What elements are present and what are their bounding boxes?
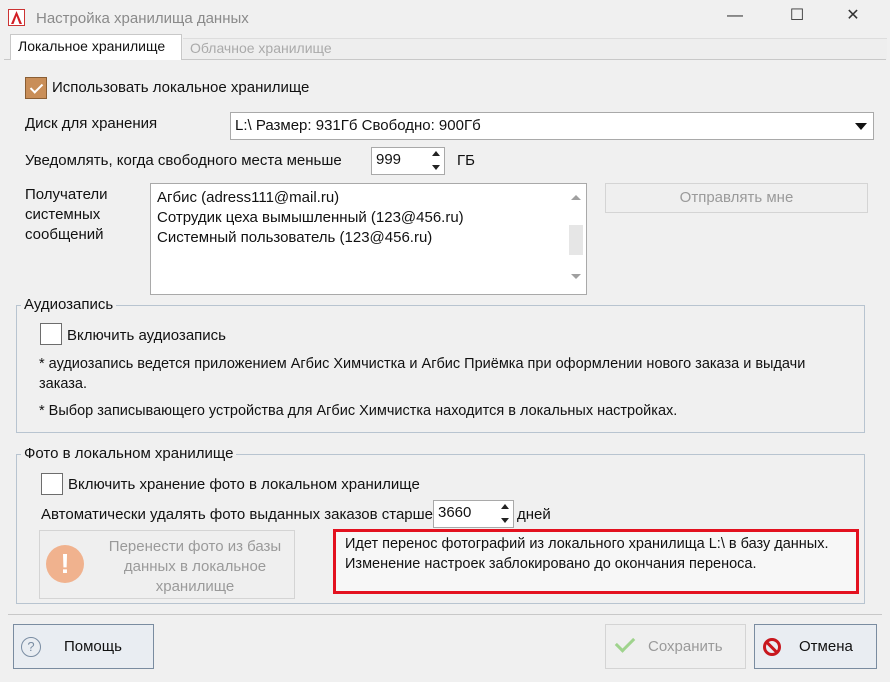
- tab-cloud-storage[interactable]: Облачное хранилище: [183, 38, 887, 60]
- help-icon: ?: [21, 637, 41, 657]
- recipients-scrollbar[interactable]: [567, 185, 585, 293]
- maximize-button[interactable]: ☐: [774, 0, 820, 32]
- tab-local-storage[interactable]: Локальное хранилище: [10, 34, 182, 60]
- audio-note-line-1: * аудиозапись ведется приложением Агбис …: [39, 356, 806, 372]
- notify-unit-label: ГБ: [457, 152, 475, 169]
- save-button-label: Сохранить: [648, 638, 723, 655]
- notify-threshold-value: 999: [376, 151, 402, 168]
- save-button[interactable]: Сохранить: [605, 624, 746, 669]
- audio-note-line-3: * Выбор записывающего устройства для Агб…: [39, 403, 678, 419]
- transfer-photos-label-line-3: хранилище: [155, 578, 235, 595]
- audio-note-line-2: заказа.: [39, 376, 88, 392]
- title-bar: Настройка хранилища данных — ☐ ✕: [0, 0, 890, 34]
- help-button-label: Помощь: [64, 638, 122, 655]
- auto-delete-label: Автоматически удалять фото выданных зака…: [41, 506, 434, 523]
- auto-delete-days-stepper[interactable]: 3660: [433, 500, 514, 528]
- checkmark-icon: [614, 632, 636, 653]
- disk-select-value: L:\ Размер: 931Гб Свободно: 900Гб: [235, 117, 481, 134]
- chevron-down-icon: [855, 123, 867, 130]
- close-button[interactable]: ✕: [830, 0, 876, 32]
- photo-group-title: Фото в локальном хранилище: [21, 445, 237, 462]
- help-button[interactable]: ? Помощь: [13, 624, 154, 669]
- cancel-button[interactable]: Отмена: [754, 624, 877, 669]
- transfer-photos-label-line-2: данных в локальное: [123, 558, 267, 575]
- recipients-label-line-2: системных: [25, 206, 101, 223]
- transfer-photos-button[interactable]: ! Перенести фото из базы данных в локаль…: [39, 530, 295, 599]
- notify-threshold-label: Уведомлять, когда свободного места меньш…: [25, 152, 342, 169]
- auto-delete-days-value: 3660: [438, 504, 472, 521]
- cancel-icon: [763, 638, 781, 656]
- recipients-label-line-1: Получатели: [25, 186, 108, 203]
- spin-up-icon[interactable]: [501, 504, 509, 509]
- transfer-status-line-1: Идет перенос фотографий из локального хр…: [345, 536, 829, 552]
- transfer-status-line-2: Изменение настроек заблокировано до окон…: [345, 556, 757, 572]
- enable-photo-storage-label: Включить хранение фото в локальном храни…: [68, 476, 420, 493]
- recipients-list[interactable]: Агбис (adress111@mail.ru) Сотрудик цеха …: [150, 183, 587, 295]
- use-local-storage-label: Использовать локальное хранилище: [52, 79, 310, 96]
- app-logo-icon: [8, 9, 25, 26]
- scroll-thumb[interactable]: [569, 225, 583, 255]
- spin-up-icon[interactable]: [432, 151, 440, 156]
- send-me-button[interactable]: Отправлять мне: [605, 183, 868, 213]
- audio-group-title: Аудиозапись: [21, 296, 117, 313]
- enable-audio-label: Включить аудиозапись: [67, 327, 226, 344]
- spin-down-icon[interactable]: [501, 518, 509, 523]
- transfer-status-message: Идет перенос фотографий из локального хр…: [333, 529, 859, 594]
- spin-down-icon[interactable]: [432, 165, 440, 170]
- scroll-down-icon[interactable]: [571, 274, 581, 279]
- disk-label: Диск для хранения: [25, 115, 158, 132]
- enable-photo-storage-checkbox[interactable]: [41, 473, 63, 495]
- cancel-button-label: Отмена: [799, 638, 853, 655]
- notify-threshold-stepper[interactable]: 999: [371, 147, 445, 175]
- enable-audio-checkbox[interactable]: [40, 323, 62, 345]
- disk-select[interactable]: L:\ Размер: 931Гб Свободно: 900Гб: [230, 112, 874, 140]
- list-item[interactable]: Агбис (adress111@mail.ru): [157, 189, 339, 206]
- use-local-storage-checkbox[interactable]: [25, 77, 47, 99]
- warning-icon: !: [46, 545, 84, 583]
- list-item[interactable]: Сотрудик цеха вымышленный (123@456.ru): [157, 209, 464, 226]
- footer-divider: [8, 614, 882, 615]
- scroll-up-icon[interactable]: [571, 195, 581, 200]
- window-title: Настройка хранилища данных: [36, 10, 249, 27]
- auto-delete-unit-label: дней: [517, 506, 551, 523]
- recipients-label-line-3: сообщений: [25, 226, 104, 243]
- minimize-button[interactable]: —: [712, 0, 758, 32]
- transfer-photos-label-line-1: Перенести фото из базы: [108, 538, 282, 555]
- list-item[interactable]: Системный пользователь (123@456.ru): [157, 229, 432, 246]
